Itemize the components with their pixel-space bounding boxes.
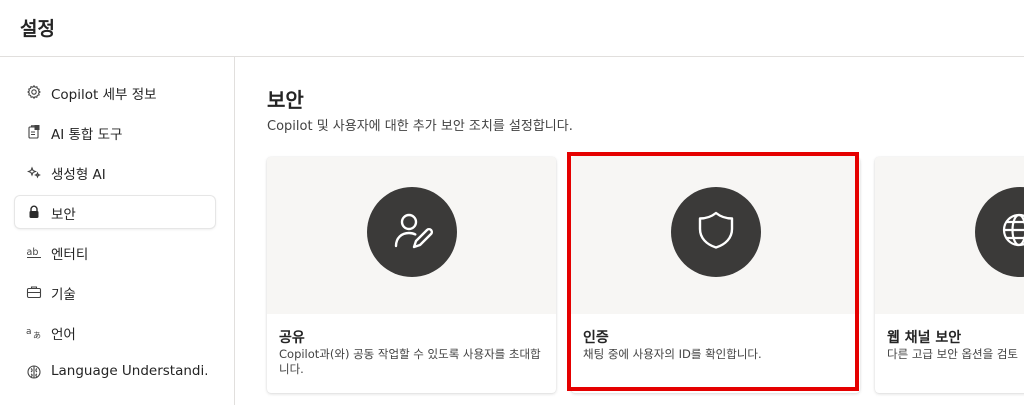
card-description: 채팅 중에 사용자의 ID를 확인합니다. <box>583 347 762 361</box>
language-icon: aあ <box>26 324 42 340</box>
sidebar-item-label: 보안 <box>51 207 76 223</box>
sparkle-icon <box>26 164 42 180</box>
svg-text:a: a <box>26 327 32 337</box>
icon-circle <box>671 187 761 277</box>
main-content: 보안 Copilot 및 사용자에 대한 추가 보안 조치를 설정합니다. 공유… <box>236 57 1024 405</box>
sidebar-item-language-understanding[interactable]: Language Understandi... <box>15 356 215 388</box>
svg-text:あ: あ <box>33 331 41 340</box>
sidebar-item-entities[interactable]: ab 엔터티 <box>15 236 215 268</box>
sidebar-item-label: 생성형 AI <box>51 167 106 183</box>
briefcase-icon <box>26 284 42 300</box>
svg-text:ab: ab <box>27 247 39 258</box>
card-web-channel-security[interactable]: 웹 채널 보안 다른 고급 보안 옵션을 검토 <box>875 157 1024 393</box>
brain-icon <box>26 364 42 380</box>
icon-circle <box>367 187 457 277</box>
card-description: Copilot과(와) 공동 작업할 수 있도록 사용자를 초대합니다. <box>279 347 541 376</box>
sidebar-item-label: 언어 <box>51 327 76 343</box>
card-hero <box>267 157 556 314</box>
sidebar-item-security[interactable]: 보안 <box>15 196 215 228</box>
card-hero <box>875 157 1024 314</box>
section-description: Copilot 및 사용자에 대한 추가 보안 조치를 설정합니다. <box>267 119 573 134</box>
sidebar-item-label: AI 통합 도구 <box>51 127 123 143</box>
entity-ab-icon: ab <box>26 244 42 260</box>
card-authentication[interactable]: 인증 채팅 중에 사용자의 ID를 확인합니다. <box>571 157 860 393</box>
card-description: 다른 고급 보안 옵션을 검토 <box>887 347 1019 361</box>
sidebar-item-skills[interactable]: 기술 <box>15 276 215 308</box>
sidebar-item-generative-ai[interactable]: 생성형 AI <box>15 156 215 188</box>
sidebar-item-copilot-details[interactable]: Copilot 세부 정보 <box>15 76 215 108</box>
section-title: 보안 <box>267 88 304 112</box>
globe-shield-icon <box>999 209 1024 255</box>
person-edit-icon <box>391 209 434 255</box>
sidebar-item-ai-integration-tools[interactable]: AI 통합 도구 <box>15 116 215 148</box>
gear-icon <box>26 84 42 100</box>
card-hero <box>571 157 860 314</box>
shield-icon <box>695 209 737 255</box>
sidebar-nav: Copilot 세부 정보 AI 통합 도구 생성형 AI 보안 ab 엔터티 … <box>0 57 235 405</box>
sidebar-item-language[interactable]: aあ 언어 <box>15 316 215 348</box>
header-bar: 설정 <box>0 0 1024 57</box>
sidebar-item-label: Copilot 세부 정보 <box>51 87 157 103</box>
page-title: 설정 <box>20 18 55 40</box>
card-sharing[interactable]: 공유 Copilot과(와) 공동 작업할 수 있도록 사용자를 초대합니다. <box>267 157 556 393</box>
card-title: 웹 채널 보안 <box>887 330 962 346</box>
lock-icon <box>26 204 42 220</box>
card-title: 공유 <box>279 330 305 346</box>
sidebar-item-label: Language Understandi... <box>51 363 207 379</box>
integration-tools-icon <box>26 124 42 140</box>
card-title: 인증 <box>583 330 609 346</box>
sidebar-item-label: 엔터티 <box>51 247 89 263</box>
icon-circle <box>975 187 1024 277</box>
sidebar-item-label: 기술 <box>51 287 76 303</box>
